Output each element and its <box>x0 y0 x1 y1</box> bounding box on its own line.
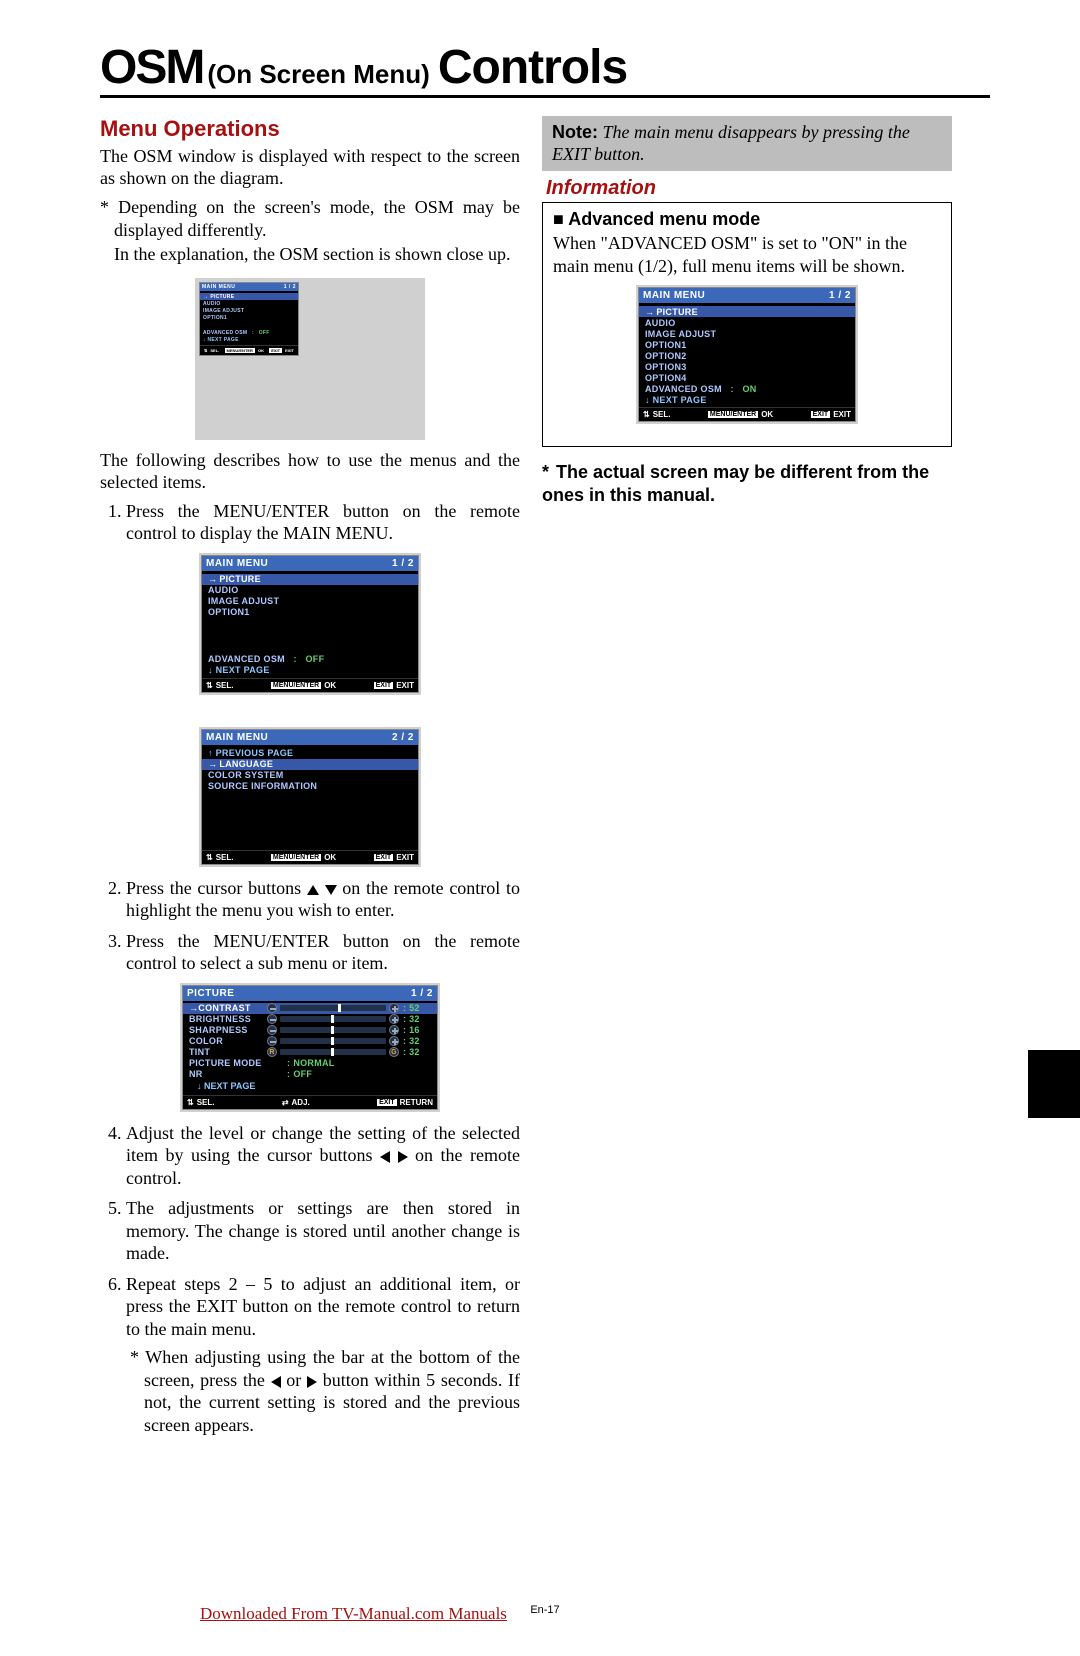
advanced-menu-mode-heading: Advanced menu mode <box>553 209 941 230</box>
osm-thumbnail: MAIN MENU1 / 2 →PICTURE AUDIO IMAGE ADJU… <box>199 282 299 356</box>
picture-row-contrast: →CONTRAST: 52 <box>183 1003 437 1014</box>
step-3: Press the MENU/ENTER button on the remot… <box>126 930 520 975</box>
cursor-right-icon <box>307 1376 317 1388</box>
side-tab-marker <box>1028 1050 1080 1118</box>
main-menu-1: MAIN MENU1 / 2 →PICTURE AUDIO IMAGE ADJU… <box>201 555 419 693</box>
osm-title: OSM <box>100 40 203 95</box>
page-title: OSM (On Screen Menu) Controls <box>100 40 990 98</box>
picture-submenu: PICTURE1 / 2 →CONTRAST: 52BRIGHTNESS: 32… <box>182 985 438 1110</box>
cursor-right-icon <box>398 1151 408 1163</box>
step-2: Press the cursor buttons on the remote c… <box>126 877 520 922</box>
menu-operations-heading: Menu Operations <box>100 116 520 142</box>
step-1: Press the MENU/ENTER button on the remot… <box>126 500 520 545</box>
cursor-left-icon <box>271 1376 281 1388</box>
main-menu-2: MAIN MENU2 / 2 ↑ PREVIOUS PAGE →LANGUAGE… <box>201 729 419 865</box>
step-4: Adjust the level or change the setting o… <box>126 1122 520 1190</box>
information-box: Advanced menu mode When "ADVANCED OSM" i… <box>542 202 952 447</box>
follow-text: The following describes how to use the m… <box>100 450 520 494</box>
cursor-left-icon <box>380 1151 390 1163</box>
intro-paragraph: The OSM window is displayed with respect… <box>100 146 520 190</box>
page-number: En-17 <box>530 1604 559 1616</box>
cursor-down-icon <box>325 885 337 895</box>
main-menu-advanced-on: MAIN MENU1 / 2 →PICTURE AUDIO IMAGE ADJU… <box>638 287 856 422</box>
download-link[interactable]: Downloaded From TV-Manual.com Manuals <box>200 1604 507 1624</box>
note-box: Note: The main menu disappears by pressi… <box>542 116 952 171</box>
picture-row-picture-mode: PICTURE MODE: NORMAL <box>189 1058 431 1069</box>
picture-row-nr: NR: OFF <box>189 1069 431 1080</box>
actual-screen-notice: *The actual screen may be different from… <box>542 461 952 506</box>
picture-row-brightness: BRIGHTNESS: 32 <box>189 1014 431 1025</box>
information-heading: Information <box>546 177 952 200</box>
cursor-up-icon <box>307 885 319 895</box>
controls-title: Controls <box>438 40 627 95</box>
picture-row-color: COLOR: 32 <box>189 1036 431 1047</box>
step-6: Repeat steps 2 – 5 to adjust an addition… <box>126 1273 520 1437</box>
asterisk-note: Depending on the screen's mode, the OSM … <box>114 196 520 266</box>
picture-row-sharpness: SHARPNESS: 16 <box>189 1025 431 1036</box>
advanced-menu-body: When "ADVANCED OSM" is set to "ON" in th… <box>553 232 941 277</box>
picture-row-tint: TINTRG: 32 <box>189 1047 431 1058</box>
step-6-note: When adjusting using the bar at the bott… <box>144 1346 520 1436</box>
osm-subtitle: (On Screen Menu) <box>207 59 429 90</box>
step-5: The adjustments or settings are then sto… <box>126 1197 520 1265</box>
